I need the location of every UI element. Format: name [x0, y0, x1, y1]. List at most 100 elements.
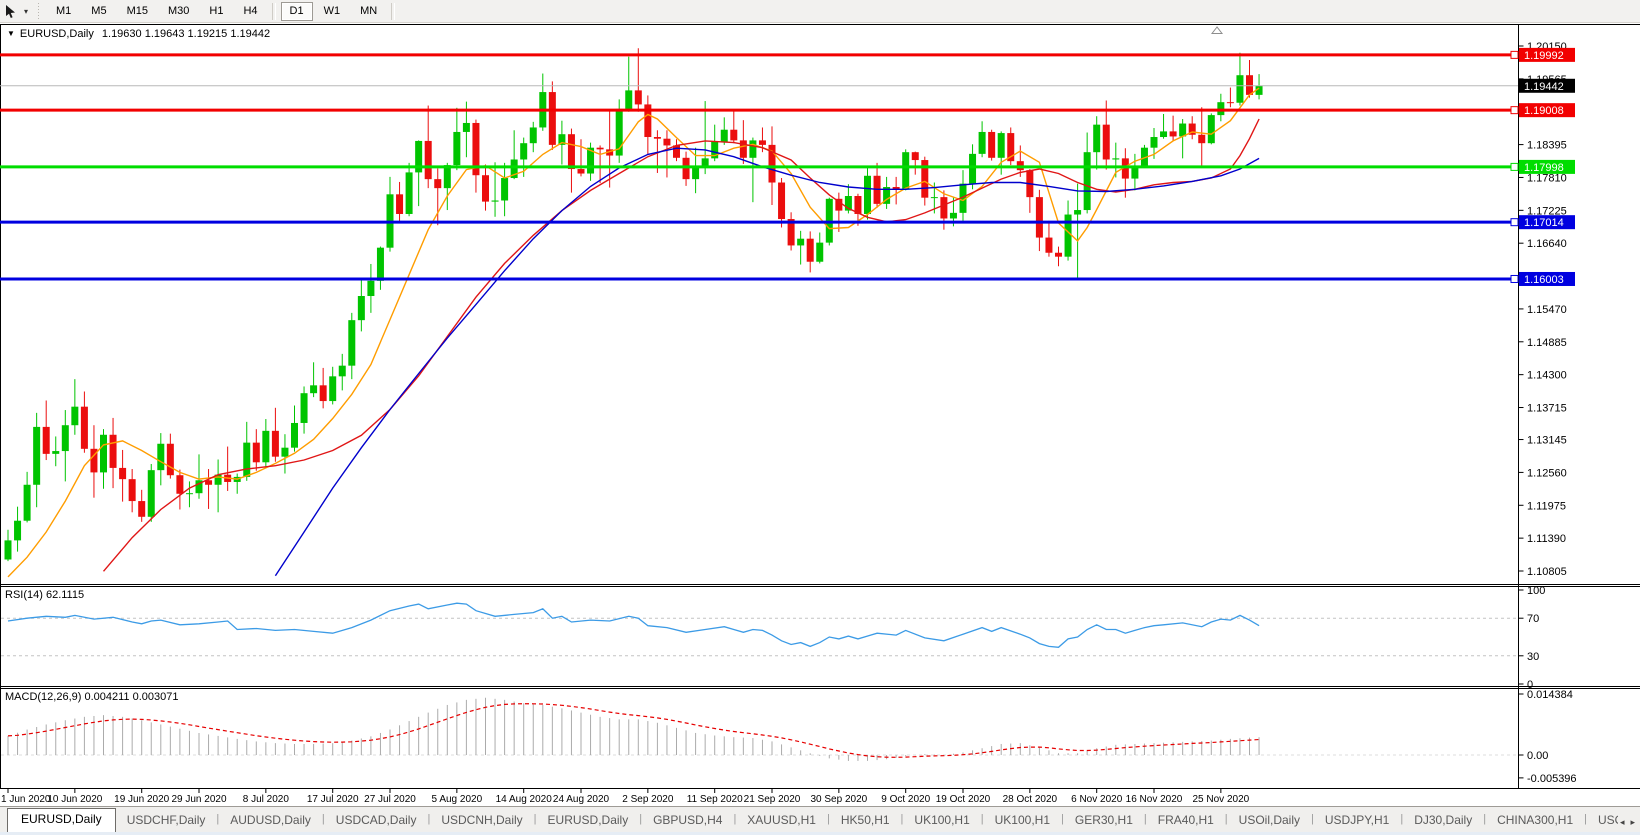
candle-body [1112, 158, 1119, 159]
tab-xauusd-h1-7[interactable]: XAUUSD,H1 [736, 810, 827, 832]
tab-fra40-h1-12[interactable]: FRA40,H1 [1147, 810, 1225, 832]
scroll-right-icon[interactable]: ▸ [1630, 817, 1635, 828]
macd-label: MACD(12,26,9) 0.004211 0.003071 [5, 691, 178, 703]
candle-body [1198, 135, 1205, 143]
candle-body [5, 540, 12, 559]
date-label: 14 Aug 2020 [496, 794, 553, 805]
timeframe-button-h1[interactable]: H1 [200, 2, 232, 21]
price-tick-label: 1.18395 [1527, 140, 1567, 152]
chart-shift-marker-icon[interactable] [1212, 27, 1222, 34]
timeframe-button-d1[interactable]: D1 [281, 2, 313, 21]
candle-body [759, 140, 766, 144]
tab-ger30-h1-11[interactable]: GER30,H1 [1064, 810, 1144, 832]
chevron-down-icon[interactable]: ▾ [20, 7, 32, 16]
candle-body [320, 385, 327, 401]
rsi-scale-label: 70 [1527, 613, 1539, 625]
candle-body [301, 393, 308, 423]
candle-body [71, 407, 78, 426]
price-tick-label: 1.12560 [1527, 467, 1567, 479]
chart-symbol-period: EURUSD,Daily [20, 28, 94, 40]
collapse-icon[interactable]: ▼ [7, 29, 15, 38]
candle-body [1093, 125, 1100, 153]
candle-body [119, 468, 126, 479]
candle-body [138, 501, 145, 517]
candle-body [262, 431, 269, 462]
tab-usoil-h1-17[interactable]: USOil,H1 [1587, 810, 1618, 832]
date-label: 16 Nov 2020 [1126, 794, 1183, 805]
candle-body [291, 423, 298, 448]
toolbar-grip[interactable] [36, 3, 40, 19]
candle-body [243, 443, 250, 477]
candle-body [1074, 210, 1081, 214]
candle-body [148, 470, 155, 517]
candle-body [1246, 75, 1253, 95]
date-label: 25 Nov 2020 [1192, 794, 1249, 805]
timeframe-button-m5[interactable]: M5 [82, 2, 115, 21]
tab-usdchf-daily-1[interactable]: USDCHF,Daily [116, 810, 217, 832]
candle-body [52, 451, 59, 454]
candle-body [625, 90, 632, 109]
tab-eurusd-daily-5[interactable]: EURUSD,Daily [537, 810, 640, 832]
candle-body [931, 197, 938, 198]
timeframe-button-m15[interactable]: M15 [118, 2, 157, 21]
tab-hk50-h1-8[interactable]: HK50,H1 [830, 810, 901, 832]
date-label: 27 Jul 2020 [364, 794, 416, 805]
candle-body [358, 296, 365, 320]
tab-uk100-h1-10[interactable]: UK100,H1 [984, 810, 1061, 832]
candle-body [1151, 137, 1158, 148]
candle-body [902, 152, 909, 189]
candle-body [1217, 102, 1224, 115]
date-label: 29 Jun 2020 [171, 794, 226, 805]
date-label: 8 Jul 2020 [243, 794, 290, 805]
candle-body [129, 479, 136, 501]
tab-usdjpy-h1-14[interactable]: USDJPY,H1 [1314, 810, 1400, 832]
candle-body [425, 141, 432, 179]
candle-body [33, 427, 40, 485]
date-label: 30 Sep 2020 [810, 794, 867, 805]
level-price-label: 1.19008 [1524, 105, 1564, 117]
timeframe-button-h4[interactable]: H4 [234, 2, 266, 21]
candle-body [702, 158, 709, 166]
date-label: 28 Oct 2020 [1003, 794, 1058, 805]
scroll-left-icon[interactable]: ◂ [1620, 817, 1625, 828]
cursor-tool-icon[interactable] [2, 3, 20, 19]
chart-ohlc-values: 1.19630 1.19643 1.19215 1.19442 [102, 28, 270, 40]
timeframe-button-mn[interactable]: MN [351, 2, 386, 21]
chart-canvas[interactable]: 1.201501.195651.183951.178101.172251.166… [0, 24, 1640, 806]
candle-body [998, 133, 1005, 158]
candle-body [281, 448, 288, 457]
candle-body [549, 92, 556, 145]
tab-usoil-daily-13[interactable]: USOil,Daily [1228, 810, 1311, 832]
price-tick-label: 1.16640 [1527, 238, 1567, 250]
timeframe-button-m1[interactable]: M1 [47, 2, 80, 21]
date-label: 6 Nov 2020 [1071, 794, 1123, 805]
candle-body [501, 178, 508, 200]
level-end-marker [1511, 51, 1518, 58]
rsi-scale-label: 30 [1527, 651, 1539, 663]
date-label: 11 Sep 2020 [687, 794, 743, 805]
candle-body [1160, 131, 1167, 137]
tab-eurusd-daily-0[interactable]: EURUSD,Daily [7, 808, 116, 832]
candle-body [339, 366, 346, 377]
tab-gbpusd-h4-6[interactable]: GBPUSD,H4 [642, 810, 733, 832]
price-tick-label: 1.14885 [1527, 337, 1567, 349]
timeframe-button-m30[interactable]: M30 [159, 2, 198, 21]
timeframe-button-w1[interactable]: W1 [315, 2, 350, 21]
tab-uk100-h1-9[interactable]: UK100,H1 [903, 810, 980, 832]
tab-usdcad-daily-3[interactable]: USDCAD,Daily [325, 810, 428, 832]
candle-body [778, 183, 785, 220]
tab-usdcnh-daily-4[interactable]: USDCNH,Daily [430, 810, 533, 832]
level-price-label: 1.19992 [1524, 50, 1564, 62]
candle-body [683, 158, 690, 179]
candle-body [730, 130, 737, 141]
price-tick-label: 1.15470 [1527, 304, 1567, 316]
tab-china300-h1-16[interactable]: CHINA300,H1 [1486, 810, 1584, 832]
candle-body [310, 385, 317, 393]
candle-body [1236, 75, 1243, 103]
candle-body [348, 320, 355, 366]
date-label: 19 Oct 2020 [936, 794, 991, 805]
tab-dj30-daily-15[interactable]: DJ30,Daily [1403, 810, 1483, 832]
tab-audusd-daily-2[interactable]: AUDUSD,Daily [219, 810, 322, 832]
level-end-marker [1511, 107, 1518, 114]
level-price-label: 1.17998 [1524, 162, 1564, 174]
